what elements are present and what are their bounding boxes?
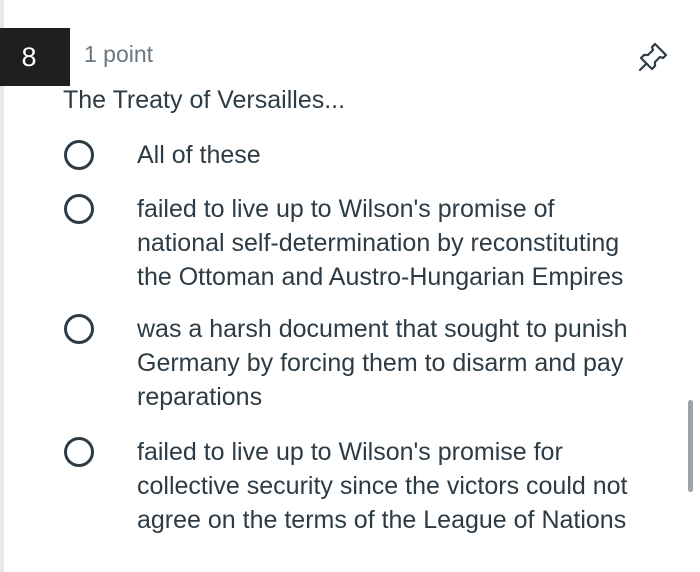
radio-button[interactable] (64, 314, 94, 344)
question-prompt: The Treaty of Versailles... (63, 86, 346, 114)
question-number: 8 (21, 41, 37, 72)
radio-button[interactable] (64, 194, 94, 224)
answer-option-label[interactable]: All of these (137, 138, 677, 172)
answer-option-label[interactable]: failed to live up to Wilson's promise of… (137, 192, 677, 294)
answer-option-label[interactable]: was a harsh document that sought to puni… (137, 312, 677, 414)
question-points: 1 point (84, 41, 154, 67)
radio-button[interactable] (64, 437, 94, 467)
pin-icon[interactable] (636, 38, 672, 74)
answer-option-label[interactable]: failed to live up to Wilson's promise fo… (137, 435, 677, 537)
question-number-badge: 8 (0, 28, 70, 86)
quiz-question-page: 8 1 point The Treaty of Versailles... Al… (0, 0, 700, 572)
radio-button[interactable] (64, 140, 94, 170)
scrollbar-thumb[interactable] (688, 400, 693, 492)
